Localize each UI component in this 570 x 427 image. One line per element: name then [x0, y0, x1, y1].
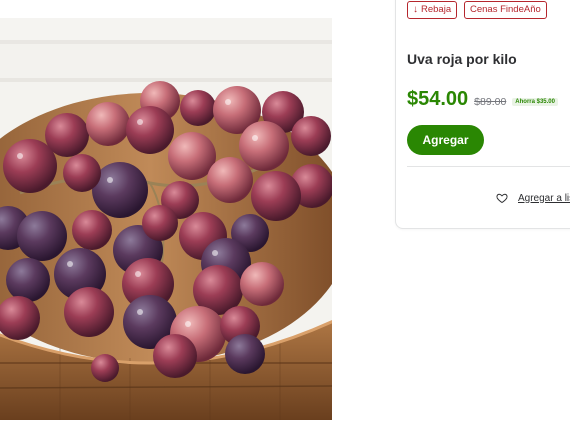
arrow-down-icon: ↓ [413, 4, 418, 15]
current-price: $54.00 [407, 88, 469, 110]
image-caption [6, 421, 336, 427]
product-info-card: ↓ Rebaja Cenas FindeAño Uva roja por kil… [395, 0, 570, 229]
product-image[interactable] [0, 18, 332, 420]
was-price: $89.00 [474, 96, 507, 108]
heart-icon [496, 193, 508, 204]
savings-badge: Ahorra $35.00 [512, 98, 558, 106]
add-to-cart-button[interactable]: Agregar [407, 125, 484, 155]
product-page: ↓ Rebaja Cenas FindeAño Uva roja por kil… [0, 0, 570, 427]
product-title: Uva roja por kilo [407, 51, 517, 67]
add-to-list-label: Agregar a lis [518, 192, 570, 204]
cenas-findeano-tag-label: Cenas FindeAño [470, 4, 541, 15]
add-to-list-link[interactable]: Agregar a lis [496, 192, 570, 204]
grapes-photo [0, 81, 332, 420]
rebaja-tag: ↓ Rebaja [407, 1, 458, 19]
rebaja-tag-label: Rebaja [421, 4, 452, 15]
cenas-findeano-tag: Cenas FindeAño [464, 1, 547, 19]
price-row: $54.00 $89.00 Ahorra $35.00 [407, 88, 558, 111]
divider [407, 166, 570, 167]
